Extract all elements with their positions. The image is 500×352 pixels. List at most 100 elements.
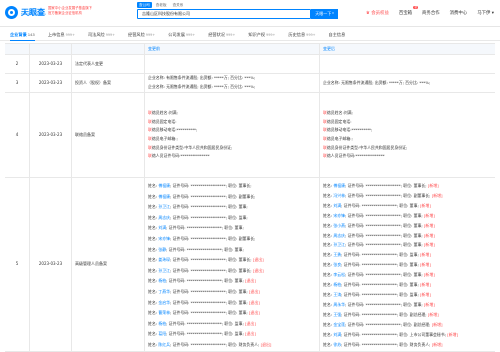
change-marker: 联	[323, 153, 327, 159]
change-line: 姓名: 金启华; 证件号码: ******************; 职位: 董…	[148, 299, 260, 305]
change-line: 姓名: 杨柏; 证件号码: ******************; 职位: 董事…	[148, 278, 256, 284]
change-line: 姓名: 徐苏; 证件号码: ******************; 职位: 财务…	[323, 341, 443, 347]
change-line: 联络员移动电话:**********;	[323, 127, 373, 133]
person-link[interactable]: 杨柏	[333, 282, 341, 287]
change-marker: 联	[323, 136, 327, 141]
nav-service[interactable]: 消费中心	[450, 11, 468, 16]
tab-judicial[interactable]: 司法风险999+	[88, 28, 115, 41]
change-tag: [新增]	[427, 183, 439, 188]
change-tag: [退出]	[248, 288, 260, 294]
search-tab-relation[interactable]: 查关系	[171, 2, 186, 8]
person-link[interactable]: 孙卫江	[333, 242, 345, 247]
nav-user[interactable]: 马下伊 ▾	[477, 11, 494, 16]
person-link[interactable]: 周志庆	[333, 233, 345, 238]
change-tag: [新增]	[431, 341, 443, 347]
person-link[interactable]: 孙卫江	[158, 268, 170, 273]
change-tag: [新增]	[431, 321, 443, 327]
person-link[interactable]: 金宝莲	[333, 322, 345, 327]
person-link[interactable]: 曹荣林	[158, 310, 170, 315]
change-line: 企业名称: 无限售条件流通股; 出资额: *****万; 百分比: ***%;	[323, 79, 431, 85]
tab-operating-risk[interactable]: 经营风险999+	[128, 28, 155, 41]
change-tag: [新增]	[423, 212, 435, 218]
person-link[interactable]: 傅祖康	[333, 183, 345, 188]
change-line: 姓名: 周志庆; 证件号码: ******************; 职位: 董…	[323, 232, 435, 238]
tab-ip[interactable]: 知识产权999+	[248, 28, 275, 41]
tab-development[interactable]: 公司发展999+	[168, 28, 195, 41]
change-line: 姓名: 王勇; 证件号码: ******************; 职位: 监事…	[323, 252, 431, 258]
change-tag: [退出]	[245, 278, 256, 284]
person-link[interactable]: 宋亦锋	[333, 213, 345, 218]
change-marker: 联	[323, 110, 327, 116]
person-link[interactable]: 傅祖康	[158, 194, 170, 199]
person-link[interactable]: 金启华	[158, 300, 170, 305]
person-link[interactable]: 王涛	[333, 292, 341, 297]
change-tag: [新增]	[420, 291, 431, 297]
change-line: 联络员移动电话:**********;	[148, 127, 198, 133]
top-header: 天眼查 TianYanCha.com 国家中小企业发展子基金旗下 官方备案企业征…	[0, 0, 500, 27]
person-link[interactable]: 张良	[333, 262, 341, 267]
person-link[interactable]: 李云松	[333, 272, 345, 277]
person-link[interactable]: 姜玮琛	[158, 257, 170, 262]
nav-app[interactable]: 百宝箱 新	[399, 6, 419, 16]
person-link[interactable]: 张小燕	[333, 223, 345, 228]
new-badge: 新	[413, 6, 419, 10]
change-line: 企业名称: 无限售条件流通股; 出资额: *****万; 百分比: ***%;	[148, 84, 256, 89]
tab-count: 999+	[306, 32, 316, 37]
change-marker: 联	[148, 127, 152, 133]
table-row: 4 2023-03-23 联络员备案 联络员姓名:刘满; 联络员固定电话: 联络员移…	[5, 93, 495, 178]
change-line: 姓名: 刘满; 证件号码: ******************; 职位: 董事…	[148, 225, 244, 231]
person-link[interactable]: 刘满	[333, 332, 341, 337]
person-link[interactable]: 刘满	[158, 225, 166, 230]
person-link[interactable]: 刘满	[333, 203, 341, 208]
person-link[interactable]: 杨柏	[158, 278, 166, 283]
search-tab-company[interactable]: 查公司	[137, 2, 152, 9]
change-line: 姓名: 刘满; 证件号码: ******************; 职位: 董事…	[323, 202, 431, 208]
person-link[interactable]: 陈红兵	[158, 342, 170, 347]
search-tab-boss[interactable]: 查老板	[154, 2, 169, 8]
nav-vip[interactable]: ♛ 会员权益	[366, 11, 389, 16]
tab-label: 上市信息	[47, 31, 65, 37]
change-marker: 联	[148, 136, 152, 141]
nav-biz[interactable]: 商务合作	[422, 11, 440, 16]
tab-label: 自主信息	[328, 31, 346, 37]
person-link[interactable]: 周志庆	[158, 215, 170, 220]
person-link[interactable]: 丁燕华	[158, 289, 170, 294]
person-link[interactable]: 葛阳	[158, 331, 166, 336]
crown-icon: ♛	[365, 11, 370, 16]
person-link[interactable]: 王强	[333, 312, 341, 317]
person-link[interactable]: 傅祖康	[158, 183, 170, 188]
row-after	[320, 55, 495, 73]
person-link[interactable]: 孙卫江	[158, 204, 170, 209]
row-index: 3	[5, 74, 30, 92]
change-tag: [新增]	[423, 242, 435, 248]
change-line: 姓名: 王涛; 证件号码: ******************; 职位: 监事…	[323, 291, 431, 297]
tab-listing[interactable]: 上市信息999+	[48, 28, 75, 41]
top-nav: ♛ 会员权益 百宝箱 新 商务合作 消费中心 马下伊 ▾	[366, 6, 494, 16]
person-link[interactable]: 徐苏	[333, 342, 341, 347]
person-link[interactable]: 冯兴林	[333, 193, 345, 198]
tab-operation[interactable]: 经营状况999+	[208, 28, 235, 41]
person-link[interactable]: 杨柏	[158, 321, 166, 326]
tab-background[interactable]: 企业背景143	[10, 28, 35, 41]
tab-self-info[interactable]: 自主信息	[329, 28, 346, 41]
person-link[interactable]: 张静	[158, 247, 166, 252]
change-tag: [新增]	[431, 192, 443, 198]
table-header: 变更前 变更后	[5, 44, 495, 55]
search-button-label: 天眼一下	[315, 10, 332, 16]
change-line: 联络员固定电话:	[148, 118, 177, 124]
person-link[interactable]: 周永华	[333, 302, 345, 307]
change-line: 姓名: 李云松; 证件号码: ******************; 职位: 董…	[323, 272, 435, 278]
person-link[interactable]: 王勇	[333, 252, 341, 257]
change-line: 姓名: 王强; 证件号码: ******************; 职位: 副总…	[323, 311, 439, 317]
row-before: 联络员姓名:刘满; 联络员固定电话: 联络员移动电话:**********; 联络员电…	[145, 93, 320, 177]
search-input[interactable]: 吉隆山区科技股份有限公司	[137, 9, 311, 19]
change-marker: 联	[323, 144, 327, 150]
tab-history[interactable]: 历史信息999+	[288, 28, 315, 41]
slogan: 国家中小企业发展子基金旗下 官方备案企业征信机构	[48, 6, 108, 16]
row-after: 姓名: 傅祖康; 证件号码: ******************; 职位: 董…	[320, 178, 495, 351]
change-line: 姓名: 金宝莲; 证件号码: ******************; 职位: 副…	[323, 321, 443, 327]
eye-logo-icon	[5, 5, 18, 19]
search-button[interactable]: 天眼一下 ▾	[311, 9, 338, 19]
person-link[interactable]: 宋亦锋	[158, 236, 170, 241]
change-line: 联络员电子邮箱:;	[148, 136, 178, 141]
